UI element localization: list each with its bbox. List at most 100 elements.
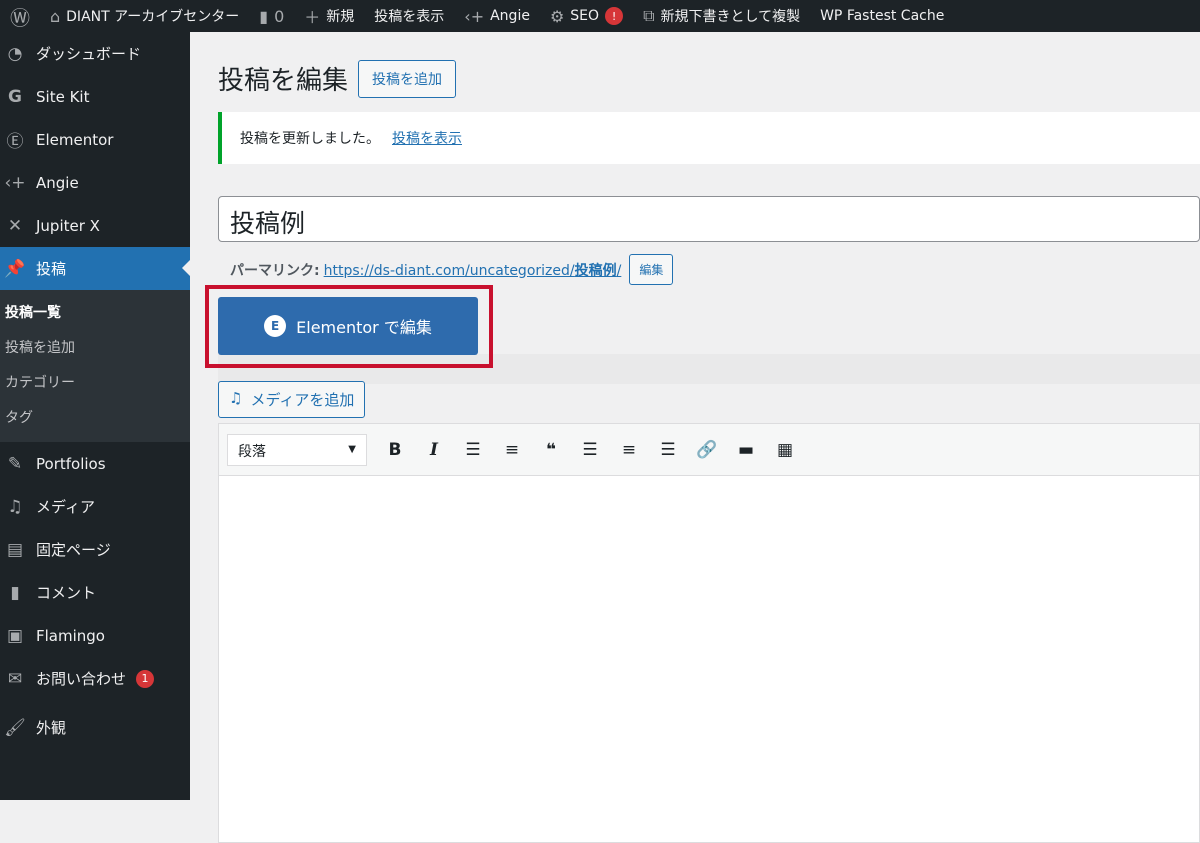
menu-appearance[interactable]: 🖌 外観 xyxy=(0,706,190,749)
permalink-label: パーマリンク: xyxy=(230,262,320,279)
new-link[interactable]: ＋ 新規 xyxy=(294,0,364,32)
admin-bar: Ⓦ ⌂ DIANT アーカイブセンター ▮ 0 ＋新規 投稿を表示 ‹+ Angie … xyxy=(0,0,1200,32)
seo-link[interactable]: ⚙ SEO! xyxy=(540,0,633,32)
menu-label: Site Kit xyxy=(36,87,90,106)
home-icon: ⌂ xyxy=(50,6,61,26)
posts-submenu: 投稿一覧 投稿を追加 カテゴリー タグ xyxy=(0,290,190,442)
pin-icon: ✎ xyxy=(7,453,23,474)
align-right-icon[interactable]: ☰ xyxy=(657,440,679,460)
wp-logo[interactable]: Ⓦ xyxy=(0,0,40,32)
duplicate-link[interactable]: ⧉ 新規下書きとして複製 xyxy=(633,0,810,32)
italic-icon[interactable]: I xyxy=(423,440,445,460)
notice-text: 投稿を更新しました。 xyxy=(240,131,380,147)
menu-media[interactable]: ♫ メディア xyxy=(0,485,190,528)
chevron-down-icon: ▼ xyxy=(348,443,356,455)
permalink-url: https://ds-diant.com/uncategorized/ xyxy=(323,262,575,279)
page-icon: ▤ xyxy=(6,539,24,560)
menu-comments[interactable]: ▮ コメント xyxy=(0,571,190,614)
menu-dashboard[interactable]: ◔ ダッシュボード xyxy=(0,32,190,75)
menu-contact[interactable]: ✉ お問い合わせ 1 xyxy=(0,657,190,700)
main-content: 投稿を編集 投稿を追加 投稿を更新しました。 投稿を表示 投稿例 パーマリンク: ht… xyxy=(205,32,1200,843)
menu-label: メディア xyxy=(36,498,95,516)
menu-portfolios[interactable]: ✎ Portfolios xyxy=(0,442,190,485)
seo-label: SEO xyxy=(570,8,600,24)
permalink-end: / xyxy=(616,262,622,279)
menu-label: Portfolios xyxy=(36,454,106,473)
align-center-icon[interactable]: ≡ xyxy=(618,440,640,460)
format-select[interactable]: 段落 ▼ xyxy=(227,433,367,466)
site-name[interactable]: ⌂ DIANT アーカイブセンター xyxy=(40,0,249,32)
comments-link[interactable]: ▮ 0 xyxy=(249,0,294,32)
menu-label: Flamingo xyxy=(36,626,105,645)
view-post-link[interactable]: 投稿を表示 xyxy=(392,128,462,148)
toolbar-toggle-icon[interactable]: ▦ xyxy=(774,440,796,460)
menu-pages[interactable]: ▤ 固定ページ xyxy=(0,528,190,571)
menu-label: 外観 xyxy=(36,719,67,737)
menu-site-kit[interactable]: G Site Kit xyxy=(0,75,190,118)
bullet-list-icon[interactable]: ☰ xyxy=(462,440,484,460)
blockquote-icon[interactable]: ❝ xyxy=(540,440,562,460)
jupiter-icon: ✕ xyxy=(7,215,23,236)
permalink-slug: 投稿例 xyxy=(574,262,617,279)
cache-link[interactable]: WP Fastest Cache xyxy=(810,0,954,32)
editor-body[interactable] xyxy=(219,476,1199,836)
format-value: 段落 xyxy=(238,443,266,460)
angie-icon: ‹+ xyxy=(464,6,485,26)
brush-icon: 🖌 xyxy=(4,717,26,738)
bold-icon[interactable]: B xyxy=(384,440,406,460)
view-post-link[interactable]: 投稿を表示 xyxy=(364,0,454,32)
read-more-icon[interactable]: ▬ xyxy=(735,440,757,460)
media-icon: ♫ xyxy=(229,389,243,407)
menu-posts[interactable]: 📌 投稿 xyxy=(0,247,190,290)
submenu-categories[interactable]: カテゴリー xyxy=(0,366,190,401)
submenu-all-posts[interactable]: 投稿一覧 xyxy=(0,296,190,331)
angie-icon: ‹+ xyxy=(4,172,26,193)
add-post-button[interactable]: 投稿を追加 xyxy=(358,60,457,98)
mail-icon: ✉ xyxy=(7,668,23,689)
menu-label: 投稿 xyxy=(36,260,67,278)
menu-jupiter-x[interactable]: ✕ Jupiter X xyxy=(0,204,190,247)
dashboard-icon: ◔ xyxy=(7,43,23,64)
menu-label: 固定ページ xyxy=(36,541,111,559)
elementor-icon: E xyxy=(264,315,287,337)
contact-badge: 1 xyxy=(136,669,155,688)
elementor-button-label: Elementor で編集 xyxy=(296,318,432,337)
google-icon: G xyxy=(8,86,22,107)
plus-icon: ＋ xyxy=(304,8,321,27)
classic-editor: 段落 ▼ B I ☰ ≡ ❝ ☰ ≡ ☰ 🔗 ▬ ▦ xyxy=(218,423,1200,843)
post-title-input[interactable]: 投稿例 xyxy=(218,196,1200,242)
menu-label: Angie xyxy=(36,173,79,192)
menu-elementor[interactable]: Ⓔ Elementor xyxy=(0,118,190,161)
wordpress-icon: Ⓦ xyxy=(10,5,30,30)
new-label: 新規 xyxy=(326,9,355,25)
menu-label: お問い合わせ xyxy=(36,670,127,688)
submenu-tags[interactable]: タグ xyxy=(0,401,190,436)
flamingo-icon: ▣ xyxy=(6,625,24,646)
pin-icon: 📌 xyxy=(4,258,26,279)
angie-link[interactable]: ‹+ Angie xyxy=(454,0,540,32)
permalink-link[interactable]: https://ds-diant.com/uncategorized/投稿例/ xyxy=(324,260,622,280)
editor-toolbar: 段落 ▼ B I ☰ ≡ ❝ ☰ ≡ ☰ 🔗 ▬ ▦ xyxy=(219,424,1199,476)
angie-label: Angie xyxy=(490,8,530,24)
add-media-button[interactable]: ♫ メディアを追加 xyxy=(218,381,366,418)
menu-angie[interactable]: ‹+ Angie xyxy=(0,161,190,204)
page-title: 投稿を編集 xyxy=(218,66,349,96)
numbered-list-icon[interactable]: ≡ xyxy=(501,440,523,460)
comment-icon: ▮ xyxy=(259,6,269,26)
submenu-add-post[interactable]: 投稿を追加 xyxy=(0,331,190,366)
add-media-label: メディアを追加 xyxy=(250,391,355,409)
edit-with-elementor-button[interactable]: E Elementor で編集 xyxy=(218,297,478,355)
seo-badge: ! xyxy=(605,7,624,25)
comment-count: 0 xyxy=(274,6,285,26)
elementor-icon: Ⓔ xyxy=(6,132,24,152)
link-icon[interactable]: 🔗 xyxy=(696,440,718,460)
update-notice: 投稿を更新しました。 投稿を表示 xyxy=(218,112,1200,164)
menu-label: Elementor xyxy=(36,130,114,149)
duplicate-label: 新規下書きとして複製 xyxy=(660,9,801,25)
site-name-label: DIANT アーカイブセンター xyxy=(66,9,240,25)
media-icon: ♫ xyxy=(7,496,23,517)
menu-flamingo[interactable]: ▣ Flamingo xyxy=(0,614,190,657)
menu-label: Jupiter X xyxy=(36,216,100,235)
align-left-icon[interactable]: ☰ xyxy=(579,440,601,460)
edit-permalink-button[interactable]: 編集 xyxy=(629,254,674,285)
